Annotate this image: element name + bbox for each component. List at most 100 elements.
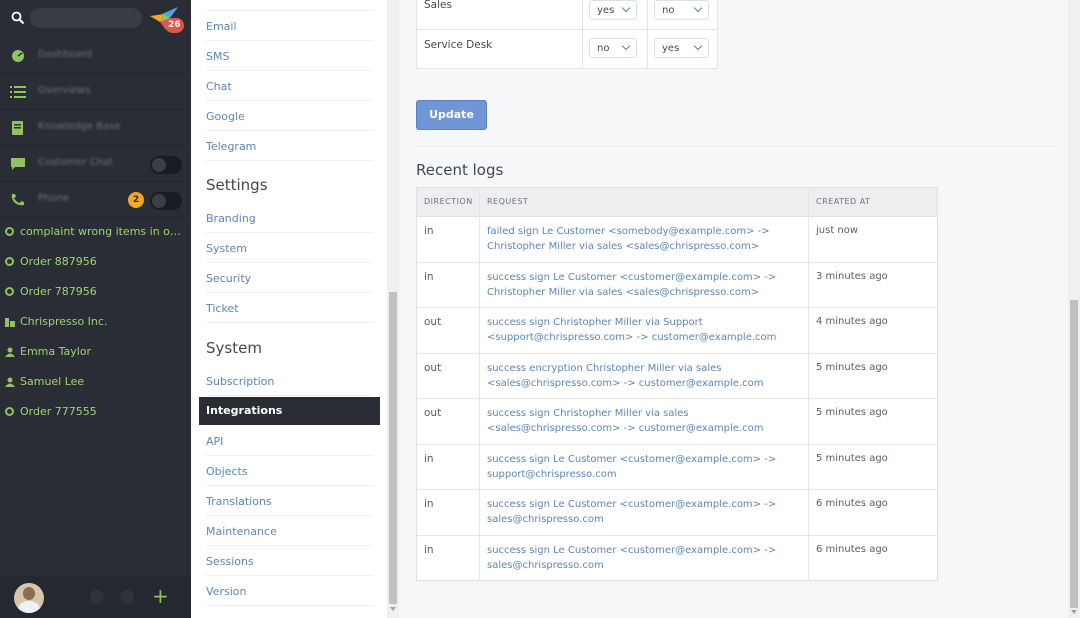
menu-item-system[interactable]: System bbox=[206, 233, 372, 263]
nav-item-phone[interactable]: Phone 2 bbox=[0, 182, 191, 218]
open-tab-label: Samuel Lee bbox=[20, 375, 85, 388]
open-tab-item[interactable]: Samuel Lee bbox=[0, 367, 191, 397]
add-icon[interactable]: + bbox=[152, 586, 169, 606]
nav-item-label: Dashboard bbox=[38, 49, 93, 60]
open-tab-item[interactable]: Order 777555 bbox=[0, 397, 191, 427]
menu-item-sessions[interactable]: Sessions bbox=[206, 546, 372, 576]
page-scrollbar-thumb[interactable] bbox=[1070, 300, 1078, 608]
log-created-at: 5 minutes ago bbox=[816, 361, 888, 373]
chat-icon bbox=[10, 157, 26, 171]
select-value: yes bbox=[662, 43, 680, 54]
menu-item-sms[interactable]: SMS bbox=[206, 41, 372, 71]
select-value: yes bbox=[597, 5, 615, 16]
table-row: out success sign Christopher Miller via s… bbox=[417, 399, 937, 445]
organization-icon bbox=[5, 317, 15, 327]
menu-item-label: Telegram bbox=[206, 140, 257, 153]
table-row: in success sign Le Customer <customer@exa… bbox=[417, 490, 937, 536]
menu-item-objects[interactable]: Objects bbox=[206, 456, 372, 486]
open-tab-label: Order 887956 bbox=[20, 255, 97, 268]
ticket-icon bbox=[5, 287, 15, 297]
log-request-link[interactable]: success sign Le Customer <customer@examp… bbox=[487, 543, 803, 573]
divider bbox=[416, 146, 1056, 147]
table-row: in failed sign Le Customer <somebody@exam… bbox=[417, 217, 937, 263]
chevron-down-icon bbox=[621, 3, 631, 13]
menu-item-branding[interactable]: Branding bbox=[206, 203, 372, 233]
log-direction: in bbox=[424, 225, 434, 237]
page-scrollbar[interactable] bbox=[1068, 0, 1080, 618]
menu-item-telegram[interactable]: Telegram bbox=[206, 131, 372, 161]
log-request-link[interactable]: failed sign Le Customer <somebody@exampl… bbox=[487, 224, 803, 254]
user-icon bbox=[5, 347, 15, 357]
log-created-at: 5 minutes ago bbox=[816, 452, 888, 464]
sign-select[interactable]: yes bbox=[589, 0, 637, 20]
log-direction: in bbox=[424, 452, 434, 465]
menu-item-chat[interactable]: Chat bbox=[206, 71, 372, 101]
nav-item-knowledge-base[interactable]: Knowledge Base bbox=[0, 110, 191, 146]
menu-item-email[interactable]: Email bbox=[206, 11, 372, 41]
log-request-link[interactable]: success encryption Christopher Miller vi… bbox=[487, 361, 803, 391]
avatar[interactable] bbox=[14, 583, 44, 613]
select-value: no bbox=[662, 5, 675, 16]
table-row: in success sign Le Customer <customer@exa… bbox=[417, 263, 937, 308]
open-tab-label: Chrispresso Inc. bbox=[20, 315, 108, 328]
book-icon bbox=[10, 121, 26, 135]
menu-item-subscription[interactable]: Subscription bbox=[206, 366, 372, 396]
menu-item-security[interactable]: Security bbox=[206, 263, 372, 293]
search-icon[interactable] bbox=[11, 11, 25, 25]
menu-item-translations[interactable]: Translations bbox=[206, 486, 372, 516]
encrypt-select[interactable]: no bbox=[654, 0, 709, 20]
nav-item-customer-chat[interactable]: Customer Chat bbox=[0, 146, 191, 182]
open-tab-item[interactable]: Order 787956 bbox=[0, 277, 191, 307]
open-tab-label: Emma Taylor bbox=[20, 345, 92, 358]
chevron-down-icon bbox=[693, 41, 703, 51]
open-tab-item[interactable]: Chrispresso Inc. bbox=[0, 307, 191, 337]
ticket-icon bbox=[5, 407, 15, 417]
table-row: out success encryption Christopher Miller… bbox=[417, 354, 937, 399]
log-request-link[interactable]: success sign Le Customer <customer@examp… bbox=[487, 452, 803, 482]
update-button[interactable]: Update bbox=[416, 100, 487, 130]
log-request-link[interactable]: success sign Le Customer <customer@examp… bbox=[487, 270, 803, 300]
menu-item-label: API bbox=[206, 435, 224, 448]
menu-item-integrations[interactable]: Integrations bbox=[199, 397, 380, 425]
menu-item-maintenance[interactable]: Maintenance bbox=[206, 516, 372, 546]
open-tab-item[interactable]: complaint wrong items in order ... bbox=[0, 217, 191, 247]
open-tabs-list: complaint wrong items in order ... Order … bbox=[0, 217, 191, 427]
help-icon[interactable] bbox=[120, 590, 134, 604]
nav-item-overviews[interactable]: Overviews bbox=[0, 74, 191, 110]
customer-chat-toggle[interactable] bbox=[150, 156, 182, 174]
recent-logs-heading: Recent logs bbox=[416, 161, 504, 179]
menu-item-google[interactable]: Google bbox=[206, 101, 372, 131]
menu-item-label: Branding bbox=[206, 212, 256, 225]
log-direction: out bbox=[424, 316, 442, 328]
menu-item-label: Sessions bbox=[206, 555, 254, 568]
menu-scroll-down-arrow-icon[interactable] bbox=[390, 607, 396, 611]
page-scroll-down-arrow-icon[interactable] bbox=[1071, 610, 1077, 614]
open-tab-label: Order 787956 bbox=[20, 285, 97, 298]
menu-scrollbar-thumb[interactable] bbox=[389, 292, 397, 604]
nav-item-dashboard[interactable]: Dashboard bbox=[0, 38, 191, 74]
group-name: Service Desk bbox=[424, 39, 493, 51]
settings-icon[interactable] bbox=[90, 590, 104, 604]
search-input[interactable] bbox=[30, 8, 142, 28]
nav-item-label: Overviews bbox=[38, 85, 91, 96]
recent-logs-table: DIRECTION REQUEST CREATED AT in failed si… bbox=[416, 187, 938, 581]
menu-scrollbar[interactable] bbox=[387, 0, 399, 618]
menu-item-api[interactable]: API bbox=[206, 426, 372, 456]
log-request-link[interactable]: success sign Christopher Miller via Supp… bbox=[487, 315, 803, 345]
menu-item-ticket[interactable]: Ticket bbox=[206, 293, 372, 323]
nav-item-label: Knowledge Base bbox=[38, 121, 121, 132]
menu-item-label: Translations bbox=[206, 495, 272, 508]
sign-select[interactable]: no bbox=[589, 38, 637, 58]
log-request-link[interactable]: success sign Le Customer <customer@examp… bbox=[487, 497, 803, 527]
menu-item-version[interactable]: Version bbox=[206, 576, 372, 606]
integration-content: Sales yes no Service Desk no yes Update Recen… bbox=[399, 0, 1068, 618]
log-created-at: 3 minutes ago bbox=[816, 270, 888, 282]
nav-footer: + bbox=[0, 576, 191, 618]
open-tab-item[interactable]: Order 887956 bbox=[0, 247, 191, 277]
settings-menu: Email SMS Chat Google Telegram Settings Brandi… bbox=[191, 0, 387, 618]
encrypt-select[interactable]: yes bbox=[654, 38, 709, 58]
phone-toggle[interactable] bbox=[150, 192, 182, 210]
settings-heading: Settings bbox=[206, 176, 268, 194]
log-request-link[interactable]: success sign Christopher Miller via sale… bbox=[487, 406, 803, 436]
open-tab-item[interactable]: Emma Taylor bbox=[0, 337, 191, 367]
